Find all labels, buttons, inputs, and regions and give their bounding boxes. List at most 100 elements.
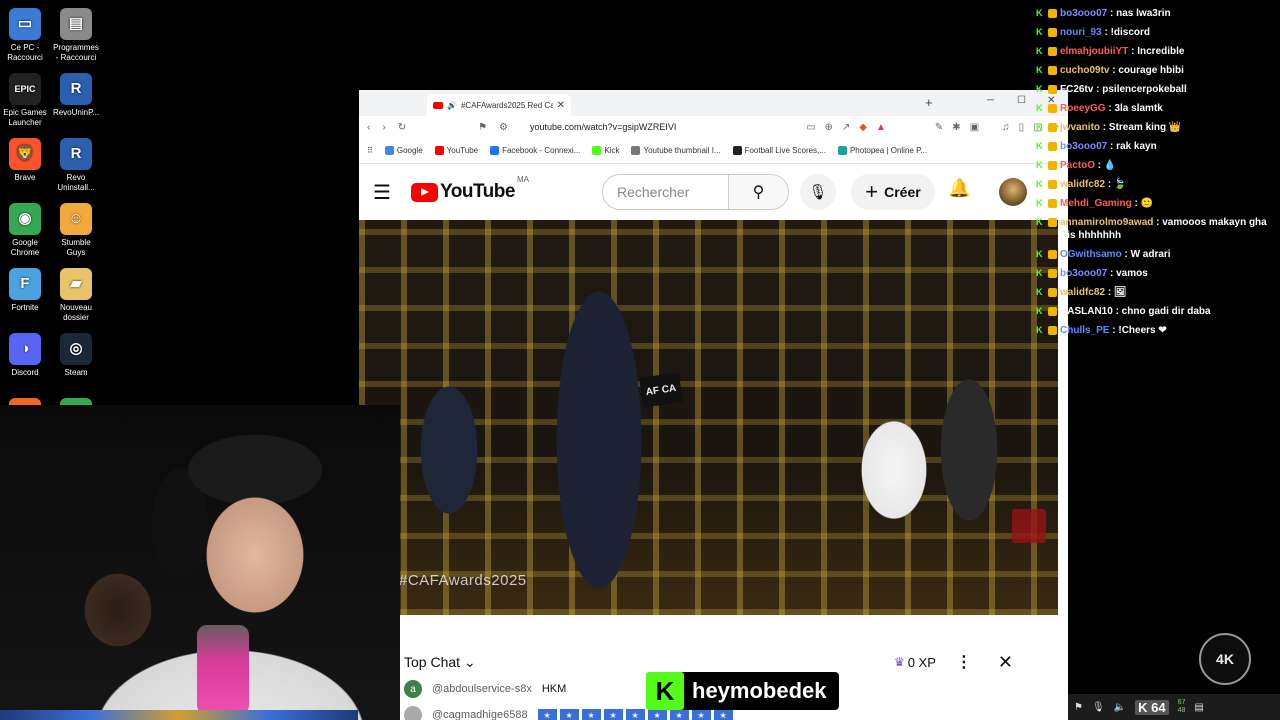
desktop-icon-label: Programmes - Raccourci	[53, 43, 99, 62]
apps-icon[interactable]: ⠿	[367, 146, 373, 155]
stream-chat-body: jwvanito : Stream king 👑	[1060, 121, 1181, 134]
sidebar-icon[interactable]: ▯	[1019, 122, 1025, 133]
kick-badge-icon: K	[1036, 122, 1043, 132]
youtube-logo[interactable]: YouTube MA	[411, 175, 529, 203]
stream-chat-message: Kbo3ooo07 : vamos	[1036, 264, 1280, 283]
desktop-icon[interactable]: ◎ Steam	[51, 333, 101, 378]
chat-handle[interactable]: @abdoulservice-s8x	[432, 683, 532, 695]
stream-chat-message: Kcucho09tv : courage hbibi	[1036, 61, 1280, 80]
kick-logo-icon: K	[646, 672, 684, 710]
extension-icon[interactable]: ✎	[935, 122, 943, 133]
new-tab-button[interactable]: +	[925, 95, 933, 110]
taskbar-tray: ⚑ 🎙 🔈 K 64 67 48 ▤	[1068, 694, 1280, 720]
kick-badge-icon: K	[1036, 84, 1043, 94]
search-icon[interactable]: ⚲	[728, 175, 788, 209]
bookmark-item[interactable]: Google	[384, 146, 423, 155]
kick-name-badge: K heymobedek	[646, 672, 839, 710]
address-bar-actions: ▭ ⊕ ↗ ◆ ▲ ✎ ✱ ▣ ♫ ▯ ▢ ✧	[806, 122, 1060, 133]
tray-stat-b: 48	[1177, 707, 1186, 714]
chat-message: a @abdoulservice-s8x HKM	[404, 678, 566, 700]
desktop-icon[interactable]: ▰ Nouveau dossier	[51, 268, 101, 323]
url-field[interactable]: youtube.com/watch?v=gsipWZREIVI	[530, 122, 676, 132]
create-button[interactable]: + Créer	[851, 174, 935, 210]
subscriber-badge-icon	[1048, 250, 1057, 259]
stream-chat-text: : !Cheers ❤	[1112, 325, 1167, 336]
volume-icon[interactable]: 🔈	[1114, 702, 1126, 713]
share-icon[interactable]: ↗	[842, 122, 850, 133]
desktop-icon[interactable]: ▤ Programmes - Raccourci	[51, 8, 101, 63]
avatar[interactable]	[999, 178, 1027, 206]
microphone-cube: AF CA	[639, 372, 683, 408]
bookmark-icon[interactable]: ⚑	[478, 122, 487, 133]
kick-badge-icon: K	[1036, 306, 1043, 316]
xp-badge[interactable]: ♛ 0 XP	[894, 655, 936, 670]
stream-chat-text: : 3la slamtk	[1108, 103, 1163, 114]
desktop-icon[interactable]: R RevoUninP...	[51, 73, 101, 118]
menu-icon[interactable]: ☰	[373, 180, 401, 205]
notifications-tray-icon[interactable]: ▤	[1194, 702, 1203, 713]
brave-shield-icon[interactable]: ◆	[859, 122, 867, 133]
bookmark-item[interactable]: YouTube	[434, 146, 478, 155]
stream-chat-username: elmahjoubiiYT	[1060, 46, 1129, 57]
reload-icon[interactable]: ↻	[398, 122, 406, 133]
bookmark-item[interactable]: Youtube thumbnail I...	[631, 146, 721, 155]
stream-chat-body: RoeeyGG : 3la slamtk	[1060, 102, 1163, 115]
close-chat-icon[interactable]: ✕	[998, 652, 1013, 673]
minimize-icon[interactable]: ─	[987, 95, 994, 106]
kick-viewer-count[interactable]: K 64	[1135, 699, 1169, 715]
tray-stats: 67 48	[1178, 699, 1186, 715]
maximize-icon[interactable]: ☐	[1017, 95, 1026, 106]
youtube-favicon-icon	[433, 101, 443, 109]
browser-tab[interactable]: 🔊 #CAFAwards2025 Red Ca ✕	[427, 94, 571, 116]
cast-icon[interactable]: ▭	[806, 122, 815, 133]
desktop-icon-label: Brave	[14, 173, 36, 182]
back-icon[interactable]: ‹	[367, 122, 370, 133]
mic-tray-icon[interactable]: 🎙	[1092, 702, 1105, 713]
chat-handle[interactable]: @cagmadhige6588	[432, 709, 528, 720]
network-icon[interactable]: ⚑	[1074, 702, 1083, 713]
voice-search-icon[interactable]: 🎙	[800, 174, 836, 210]
subscriber-badge-icon	[1048, 85, 1057, 94]
desktop-icon[interactable]: F Fortnite	[0, 268, 50, 313]
puzzle-icon[interactable]: ✱	[952, 122, 960, 133]
desktop-icon[interactable]: ◑ Discord	[0, 333, 50, 378]
more-options-icon[interactable]: ⋮	[956, 652, 972, 672]
desktop-icon[interactable]: EPIC Epic Games Launcher	[0, 73, 50, 128]
stream-chat-text: : Incredible	[1131, 46, 1185, 57]
stream-chat-text: : 🖼	[1107, 287, 1127, 298]
stream-chat-text: : vamos	[1110, 268, 1148, 279]
brave-rewards-icon[interactable]: ▲	[876, 122, 886, 133]
top-chat-dropdown[interactable]: Top Chat ⌄	[404, 654, 476, 671]
star-badge-icon: ★	[647, 709, 667, 720]
forward-icon[interactable]: ›	[382, 122, 385, 133]
bookmark-favicon-icon	[631, 146, 641, 155]
desktop-icon[interactable]: R Revo Uninstall...	[51, 138, 101, 193]
bookmark-item[interactable]: Kick	[592, 146, 619, 155]
search-input[interactable]: Rechercher	[603, 184, 728, 200]
bookmark-label: Youtube thumbnail I...	[643, 146, 721, 155]
kick-badge-icon: K	[1036, 160, 1043, 170]
wallet-icon[interactable]: ▣	[970, 122, 979, 133]
channel-logo: 4K	[1199, 633, 1251, 685]
bookmark-item[interactable]: Photopea | Online P...	[837, 146, 927, 155]
close-tab-icon[interactable]: ✕	[557, 100, 565, 111]
bookmark-item[interactable]: Football Live Scores,...	[732, 146, 826, 155]
desktop-icon[interactable]: ◉ Google Chrome	[0, 203, 50, 258]
streamer-name: heymobedek	[692, 678, 827, 703]
notifications-icon[interactable]: 🔔	[948, 178, 970, 199]
desktop-icon-label: Discord	[11, 368, 39, 377]
stream-chat-username: Chulls_PE	[1060, 325, 1110, 336]
subscriber-badge-icon	[1048, 123, 1057, 132]
zoom-icon[interactable]: ⊕	[825, 122, 833, 133]
music-icon[interactable]: ♫	[1002, 122, 1010, 133]
bookmark-item[interactable]: Facebook - Connexi...	[490, 146, 580, 155]
bookmark-label: Google	[396, 146, 423, 155]
site-info-icon[interactable]: ⚙	[499, 122, 508, 133]
subscriber-badge-icon	[1048, 326, 1057, 335]
video-player[interactable]: AF CA #CAFAwards2025	[359, 220, 1058, 615]
desktop-icon[interactable]: ☺ Stumble Guys	[51, 203, 101, 258]
bookmark-favicon-icon	[490, 146, 500, 155]
desktop-icon[interactable]: ▭ Ce PC - Raccourci	[0, 8, 50, 63]
desktop-icon[interactable]: 🦁 Brave	[0, 138, 50, 183]
search-box[interactable]: Rechercher ⚲	[602, 174, 789, 210]
